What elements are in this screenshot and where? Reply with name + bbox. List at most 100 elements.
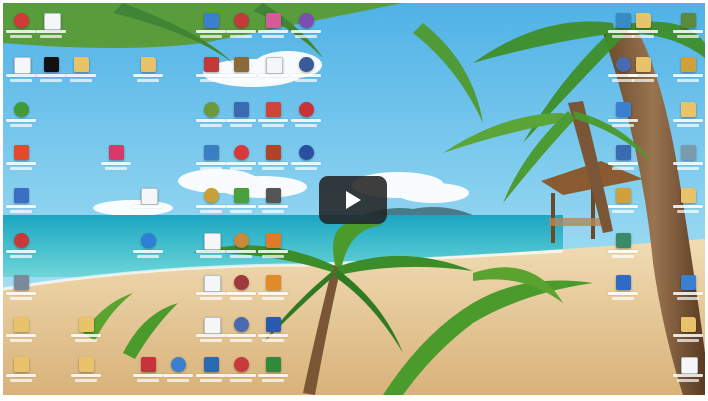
- desktop-icon[interactable]: [196, 100, 226, 130]
- desktop-icon[interactable]: [258, 143, 288, 173]
- desktop-icon[interactable]: [6, 355, 36, 385]
- video-frame: [0, 0, 708, 401]
- icon-caption-line: [612, 79, 634, 82]
- desktop-icon[interactable]: [291, 55, 321, 85]
- desktop-icon[interactable]: [196, 55, 226, 85]
- desktop-icon[interactable]: [673, 11, 703, 41]
- desktop-icon[interactable]: [258, 273, 288, 303]
- icon-caption: [673, 292, 703, 295]
- desktop-icon[interactable]: [291, 143, 321, 173]
- desktop-icon[interactable]: [226, 315, 256, 345]
- desktop-icon[interactable]: [226, 231, 256, 261]
- icon-caption-line: [40, 35, 62, 38]
- icon-caption-line: [677, 79, 699, 82]
- icon-caption-line: [612, 255, 634, 258]
- desktop-icon[interactable]: [673, 55, 703, 85]
- icon-caption: [608, 74, 638, 77]
- desktop-icon[interactable]: [608, 231, 638, 261]
- desktop-icon[interactable]: [6, 315, 36, 345]
- desktop-icon[interactable]: [226, 55, 256, 85]
- desktop-icon[interactable]: [608, 186, 638, 216]
- icon-caption: [196, 292, 226, 295]
- icon-caption-line: [230, 79, 252, 82]
- desktop-icon[interactable]: [6, 273, 36, 303]
- icon-caption-line: [612, 297, 634, 300]
- desktop-icon[interactable]: [133, 186, 163, 216]
- desktop-icon[interactable]: [291, 100, 321, 130]
- desktop-icon[interactable]: [258, 186, 288, 216]
- desktop-icon[interactable]: [258, 315, 288, 345]
- icon-caption-line: [677, 297, 699, 300]
- desktop-icon[interactable]: [673, 315, 703, 345]
- desktop-icon[interactable]: [608, 100, 638, 130]
- app-icon: [204, 188, 219, 203]
- desktop-icon[interactable]: [36, 11, 66, 41]
- desktop-icon[interactable]: [6, 55, 36, 85]
- desktop-icon[interactable]: [163, 355, 193, 385]
- desktop-icon[interactable]: [6, 231, 36, 261]
- desktop-icon[interactable]: [196, 355, 226, 385]
- doc-icon: [266, 57, 283, 74]
- desktop-icon[interactable]: [673, 143, 703, 173]
- desktop-icon[interactable]: [258, 100, 288, 130]
- desktop-icon[interactable]: [66, 55, 96, 85]
- desktop-icon[interactable]: [226, 355, 256, 385]
- desktop-icon[interactable]: [608, 11, 638, 41]
- icon-caption: [196, 119, 226, 122]
- desktop-icon[interactable]: [196, 186, 226, 216]
- desktop-icon[interactable]: [101, 143, 131, 173]
- desktop-icon[interactable]: [226, 143, 256, 173]
- play-button[interactable]: [319, 176, 387, 224]
- app-icon: [616, 57, 631, 72]
- icon-caption-line: [677, 339, 699, 342]
- app-icon: [681, 145, 696, 160]
- app-icon: [616, 145, 631, 160]
- app-icon: [204, 102, 219, 117]
- icon-caption-line: [230, 297, 252, 300]
- desktop-icon[interactable]: [36, 55, 66, 85]
- icon-caption-line: [10, 124, 32, 127]
- icon-caption: [196, 374, 226, 377]
- desktop-icon[interactable]: [258, 355, 288, 385]
- desktop-icon[interactable]: [608, 143, 638, 173]
- icon-caption: [196, 205, 226, 208]
- desktop-icon[interactable]: [133, 55, 163, 85]
- desktop-icon[interactable]: [226, 100, 256, 130]
- desktop-icon[interactable]: [196, 143, 226, 173]
- icon-caption: [226, 162, 256, 165]
- icon-caption-line: [677, 124, 699, 127]
- desktop-icon[interactable]: [226, 11, 256, 41]
- desktop-icon[interactable]: [673, 355, 703, 385]
- app-icon: [234, 57, 249, 72]
- desktop-icon[interactable]: [71, 315, 101, 345]
- desktop-icon[interactable]: [133, 355, 163, 385]
- icon-caption-line: [295, 124, 317, 127]
- desktop-icon[interactable]: [226, 186, 256, 216]
- desktop-icon[interactable]: [196, 231, 226, 261]
- desktop-icon[interactable]: [6, 186, 36, 216]
- icon-caption-line: [200, 35, 222, 38]
- icon-caption: [608, 30, 638, 33]
- desktop-icon[interactable]: [196, 273, 226, 303]
- desktop-icon[interactable]: [673, 273, 703, 303]
- desktop-icon[interactable]: [226, 273, 256, 303]
- desktop-icon[interactable]: [196, 11, 226, 41]
- desktop-icon[interactable]: [6, 143, 36, 173]
- desktop-icon[interactable]: [258, 11, 288, 41]
- desktop-icon[interactable]: [71, 355, 101, 385]
- desktop-icon[interactable]: [133, 231, 163, 261]
- icon-caption-line: [10, 255, 32, 258]
- desktop-icon[interactable]: [258, 55, 288, 85]
- desktop-icon[interactable]: [673, 100, 703, 130]
- desktop-icon[interactable]: [291, 11, 321, 41]
- desktop-icon[interactable]: [673, 186, 703, 216]
- icon-caption-line: [200, 210, 222, 213]
- desktop-icon[interactable]: [196, 315, 226, 345]
- desktop-icon[interactable]: [258, 231, 288, 261]
- icon-caption-line: [137, 379, 159, 382]
- desktop-icon[interactable]: [608, 55, 638, 85]
- desktop-icon[interactable]: [6, 100, 36, 130]
- desktop-icon[interactable]: [6, 11, 36, 41]
- desktop-icon[interactable]: [608, 273, 638, 303]
- icon-caption: [258, 30, 288, 33]
